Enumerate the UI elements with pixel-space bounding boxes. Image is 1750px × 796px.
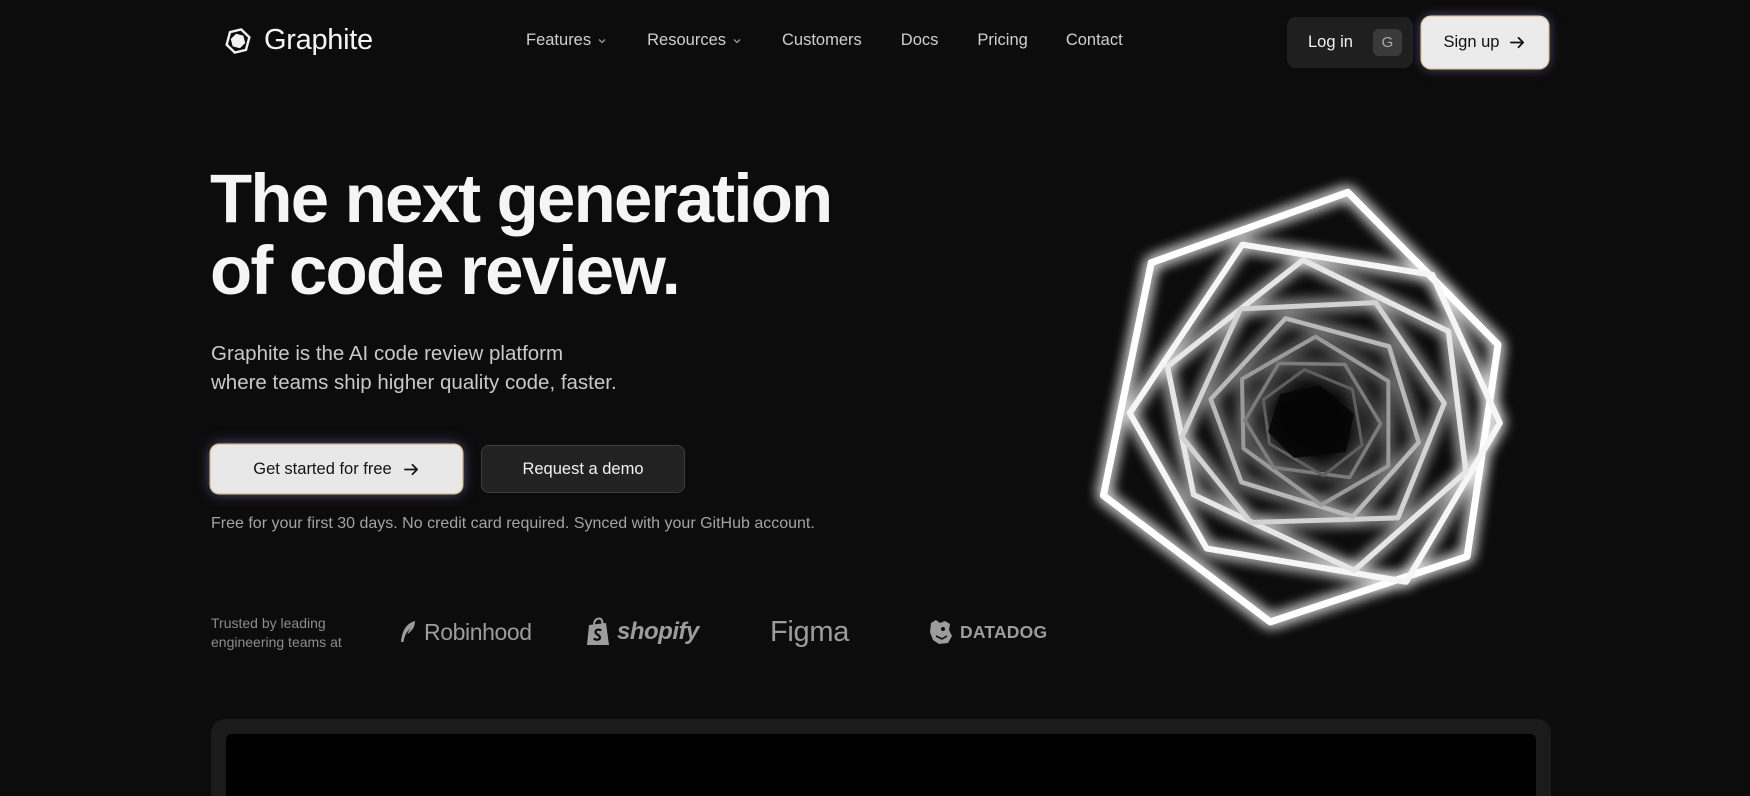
nav-link-features[interactable]: Features — [526, 31, 607, 50]
get-started-button[interactable]: Get started for free — [211, 445, 462, 493]
product-preview-screen — [226, 734, 1536, 796]
graphite-logo-icon — [225, 27, 251, 54]
chevron-down-icon — [733, 38, 741, 43]
shopify-bag-icon — [587, 617, 609, 645]
figma-logo: Figma — [770, 614, 849, 650]
nav-link-docs[interactable]: Docs — [901, 31, 939, 50]
nav-link-resources[interactable]: Resources — [647, 31, 742, 50]
signup-fineprint: Free for your first 30 days. No credit c… — [211, 515, 815, 532]
brand-name-robinhood: Robinhood — [424, 618, 532, 645]
login-label: Log in — [1308, 33, 1353, 51]
brand-name-figma: Figma — [770, 615, 850, 648]
arrow-right-icon — [403, 463, 418, 475]
nav-link-label: Resources — [647, 31, 726, 49]
hero-subtitle-line: Graphite is the AI code review platform — [211, 342, 564, 365]
robinhood-logo: Robinhood — [398, 614, 532, 650]
signup-button[interactable]: Sign up — [1422, 17, 1548, 68]
request-demo-button[interactable]: Request a demo — [481, 445, 685, 493]
login-shortcut-key: G — [1373, 29, 1402, 56]
top-navigation: Graphite Features Resources Customers Do… — [0, 0, 1750, 86]
nav-link-customers[interactable]: Customers — [782, 31, 862, 50]
hero-subtitle: Graphite is the AI code review platform … — [211, 339, 771, 397]
nav-link-pricing[interactable]: Pricing — [977, 31, 1027, 50]
nav-link-contact[interactable]: Contact — [1066, 31, 1123, 50]
request-demo-label: Request a demo — [522, 459, 644, 478]
brand-name: Graphite — [264, 24, 373, 56]
chevron-down-icon — [598, 38, 606, 43]
shopify-logo: shopify — [585, 614, 699, 650]
robinhood-feather-icon — [401, 621, 415, 642]
datadog-dog-icon — [930, 620, 952, 644]
trusted-by-line: Trusted by leading — [211, 615, 326, 631]
nav-link-label: Customers — [782, 31, 862, 49]
login-button[interactable]: Log in G — [1287, 17, 1413, 68]
signup-label: Sign up — [1443, 33, 1500, 51]
brand-name-datadog: DATADOG — [960, 621, 1048, 642]
datadog-logo: DATADOG — [928, 614, 1047, 650]
nav-links: Features Resources Customers Docs Pricin… — [526, 31, 1123, 50]
hero-title-line: The next generation — [210, 160, 833, 237]
brand-logo[interactable]: Graphite — [224, 24, 373, 57]
nav-link-label: Pricing — [977, 31, 1028, 49]
hero-title-line: of code review. — [210, 232, 681, 309]
hero-subtitle-line: where teams ship higher quality code, fa… — [211, 371, 617, 394]
trusted-by-line: engineering teams at — [211, 634, 342, 650]
get-started-label: Get started for free — [253, 459, 392, 478]
hexagon-spiral-art — [1099, 188, 1503, 626]
trusted-by-label: Trusted by leading engineering teams at — [211, 614, 371, 652]
brand-name-shopify: shopify — [617, 618, 699, 645]
nav-link-label: Features — [526, 31, 592, 49]
product-preview-frame — [211, 719, 1551, 796]
hero-title: The next generation of code review. — [210, 163, 910, 307]
nav-link-label: Docs — [900, 31, 939, 49]
nav-link-label: Contact — [1065, 31, 1123, 49]
arrow-right-icon — [1510, 36, 1525, 49]
